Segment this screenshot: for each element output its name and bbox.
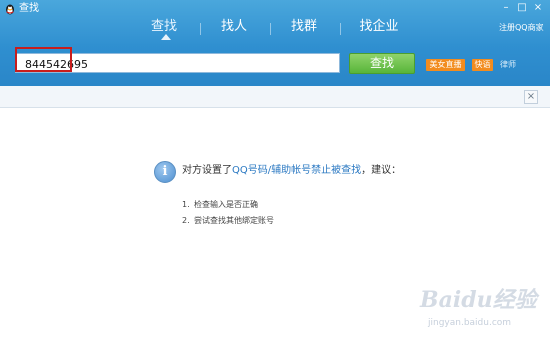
tab-find-enterprise[interactable]: 找企业 [353, 18, 405, 40]
info-icon: i [154, 161, 176, 183]
watermark-logo: Baidu经验 [420, 287, 537, 313]
suggestion-number: 1. [182, 200, 190, 209]
close-icon[interactable]: × [532, 2, 544, 14]
highlight-annotation [15, 47, 72, 72]
maximize-icon[interactable]: □ [516, 2, 528, 14]
minimize-icon[interactable]: – [500, 2, 512, 14]
message-link[interactable]: QQ号码/辅助帐号禁止被查找 [232, 165, 361, 176]
qq-penguin-icon [6, 4, 14, 15]
tab-find-people[interactable]: 找人 [215, 18, 253, 40]
tag-live-stream[interactable]: 美女直播 [426, 59, 465, 71]
message-prefix: 对方设置了 [182, 165, 232, 176]
tab-divider [270, 23, 271, 35]
close-results-icon[interactable]: × [524, 90, 538, 104]
suggestion-item: 1. 检查输入是否正确 [182, 199, 274, 211]
tab-divider [340, 23, 341, 35]
tag-quick-chat[interactable]: 快语 [472, 59, 493, 71]
suggestion-item: 2. 尝试查找其他绑定账号 [182, 215, 274, 227]
result-toolbar: × [0, 86, 550, 108]
suggestion-text: 检查输入是否正确 [194, 200, 258, 209]
header: 查找 – □ × 查找 找人 找群 找企业 注册QQ商家 查找 美女直播 快语 … [0, 0, 550, 86]
window-title: 查找 [19, 3, 39, 14]
tab-find-groups[interactable]: 找群 [285, 18, 323, 40]
title-bar: 查找 – □ × [0, 0, 550, 18]
message-suffix: ，建议： [361, 165, 402, 176]
watermark-url: jingyan.baidu.com [428, 318, 512, 328]
active-tab-indicator [161, 34, 171, 40]
result-message: 对方设置了QQ号码/辅助帐号禁止被查找，建议： [182, 164, 401, 178]
suggestion-text: 尝试查找其他绑定账号 [194, 216, 274, 225]
suggestion-number: 2. [182, 216, 190, 225]
tag-lawyer[interactable]: 律师 [498, 59, 518, 71]
register-merchant-link[interactable]: 注册QQ商家 [499, 23, 544, 33]
search-button[interactable]: 查找 [349, 53, 415, 74]
watermark: Baidu经验 jingyan.baidu.com [420, 282, 545, 342]
tab-divider [200, 23, 201, 35]
suggestion-list: 1. 检查输入是否正确 2. 尝试查找其他绑定账号 [182, 199, 274, 231]
